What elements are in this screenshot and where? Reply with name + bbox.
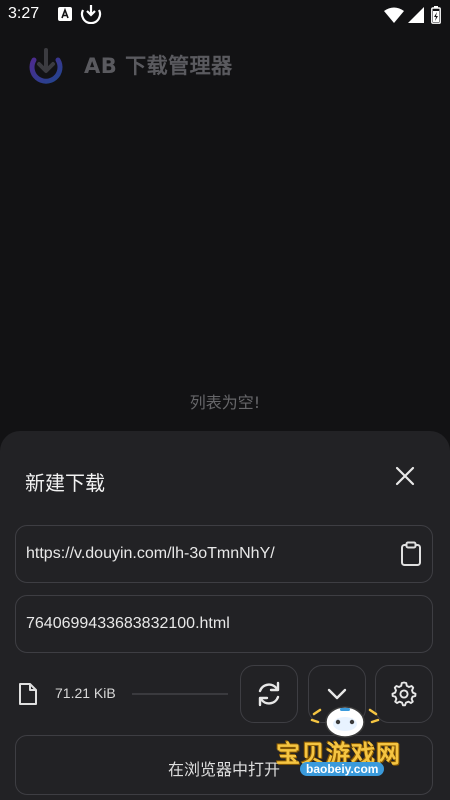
file-size: 71.21 KiB bbox=[55, 685, 116, 701]
chevron-down-icon bbox=[327, 688, 347, 700]
file-size-row: 71.21 KiB bbox=[15, 665, 235, 723]
watermark-sub-text: baobeiy.com bbox=[300, 762, 385, 776]
app-logo-icon bbox=[26, 46, 66, 86]
file-icon bbox=[18, 682, 38, 710]
download-status-icon bbox=[80, 4, 102, 28]
file-name-value[interactable]: 7640699433683832100.html bbox=[26, 615, 230, 633]
empty-list-message: 列表为空! bbox=[189, 393, 261, 412]
download-progress-bar bbox=[132, 693, 228, 695]
url-value[interactable]: https://v.douyin.com/lh-3oTmnNhY/ bbox=[26, 545, 275, 563]
close-icon bbox=[395, 466, 415, 486]
clipboard-icon bbox=[401, 541, 421, 566]
paste-button[interactable] bbox=[396, 539, 426, 569]
status-time: 3:27 bbox=[8, 5, 40, 22]
watermark: 宝贝游戏网 baobeiy.com bbox=[270, 700, 420, 785]
wifi-icon bbox=[384, 7, 404, 27]
status-bar: 3:27 bbox=[0, 0, 450, 30]
battery-icon bbox=[431, 6, 441, 28]
file-name-input[interactable]: 7640699433683832100.html bbox=[15, 595, 433, 653]
sheet-title: 新建下载 bbox=[25, 471, 105, 495]
app-title: AB 下载管理器 bbox=[84, 54, 233, 78]
notification-a-icon bbox=[58, 6, 72, 25]
close-button[interactable] bbox=[386, 457, 424, 495]
app-header: AB 下载管理器 bbox=[0, 36, 450, 90]
cell-signal-icon bbox=[408, 7, 424, 27]
url-input[interactable]: https://v.douyin.com/lh-3oTmnNhY/ bbox=[15, 525, 433, 583]
